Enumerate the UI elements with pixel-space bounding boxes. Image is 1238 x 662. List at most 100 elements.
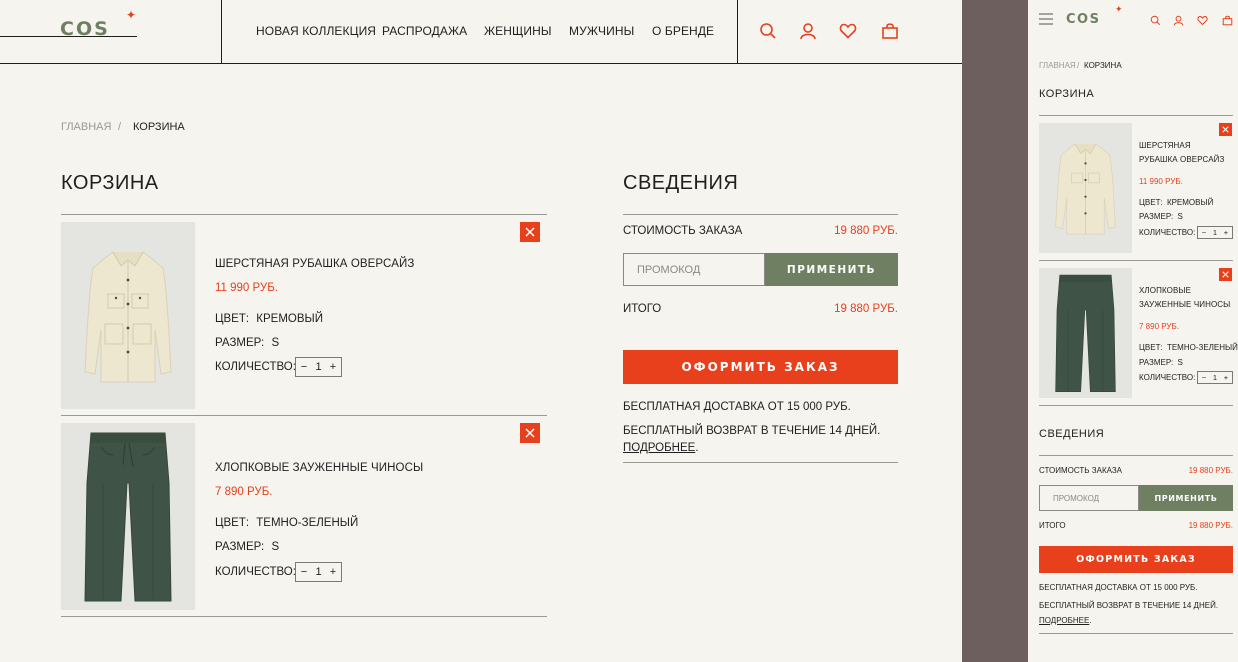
- total-value: 19 880 РУБ.: [1188, 521, 1233, 530]
- breadcrumb-current: КОРЗИНА: [1084, 61, 1122, 70]
- product-size: РАЗМЕР: S: [215, 337, 279, 349]
- qty-minus-button[interactable]: −: [1198, 228, 1210, 237]
- size-label: РАЗМЕР:: [215, 337, 265, 349]
- product-image-shirt[interactable]: [61, 222, 195, 409]
- quantity-stepper[interactable]: − 1 +: [295, 562, 342, 582]
- product-name-line2[interactable]: РУБАШКА ОВЕРСАЙЗ: [1139, 155, 1224, 164]
- color-label: ЦВЕТ:: [1139, 198, 1163, 207]
- more-info: ПОДРОБНЕЕ.: [1039, 616, 1092, 625]
- qty-minus-button[interactable]: −: [296, 566, 312, 578]
- qty-value[interactable]: 1: [1210, 228, 1220, 237]
- user-icon[interactable]: [1171, 13, 1185, 27]
- header-bottom-border: [0, 63, 962, 64]
- qty-plus-button[interactable]: +: [1220, 228, 1232, 237]
- color-value: ТЕМНО-ЗЕЛЕНЫЙ: [1166, 343, 1238, 352]
- cart-rule-bottom: [61, 616, 547, 617]
- product-image-shirt[interactable]: [1039, 123, 1132, 253]
- promo-code-input[interactable]: [1039, 485, 1139, 511]
- quantity-stepper[interactable]: − 1 +: [1197, 371, 1233, 384]
- more-info-link[interactable]: ПОДРОБНЕЕ: [623, 442, 695, 454]
- product-color: ЦВЕТ: ТЕМНО-ЗЕЛЕНЫЙ: [215, 517, 358, 529]
- size-label: РАЗМЕР:: [1139, 358, 1174, 367]
- color-value: ТЕМНО-ЗЕЛЕНЫЙ: [256, 517, 359, 529]
- cart-rule-mid: [61, 415, 547, 416]
- more-info-period: .: [695, 442, 699, 454]
- nav-men[interactable]: МУЖЧИНЫ: [569, 24, 634, 38]
- nav-sale[interactable]: РАСПРОДАЖА: [382, 24, 467, 38]
- nav-about[interactable]: О БРЕНДЕ: [652, 24, 714, 38]
- product-name-line2[interactable]: ЗАУЖЕННЫЕ ЧИНОСЫ: [1139, 300, 1230, 309]
- product-name[interactable]: ШЕРСТЯНАЯ РУБАШКА ОВЕРСАЙЗ: [215, 258, 414, 270]
- product-name-line1[interactable]: ШЕРСТЯНАЯ: [1139, 141, 1191, 150]
- remove-item-button[interactable]: [520, 423, 540, 443]
- breadcrumb-home[interactable]: ГЛАВНАЯ: [1039, 61, 1076, 70]
- breadcrumb-current: КОРЗИНА: [133, 121, 185, 133]
- qty-label: КОЛИЧЕСТВО:: [215, 361, 296, 373]
- remove-item-button[interactable]: [520, 222, 540, 242]
- qty-minus-button[interactable]: −: [296, 361, 312, 373]
- cart-rule-top: [61, 214, 547, 215]
- product-price: 7 890 РУБ.: [1139, 322, 1179, 331]
- user-icon[interactable]: [797, 20, 819, 42]
- color-label: ЦВЕТ:: [1139, 343, 1163, 352]
- order-cost-value: 19 880 РУБ.: [834, 225, 898, 237]
- size-value: S: [271, 337, 280, 349]
- size-value: S: [1177, 358, 1183, 367]
- nav-women[interactable]: ЖЕНЩИНЫ: [484, 24, 552, 38]
- total-label: ИТОГО: [623, 303, 662, 315]
- mobile-view: COS ✦ ГЛАВНАЯ / КОРЗИНА КОРЗИНА ШЕРСТЯНА…: [1028, 0, 1238, 662]
- cart-rule-top: [1039, 115, 1233, 116]
- header-divider-left: [221, 0, 222, 63]
- summary-title: СВЕДЕНИЯ: [1039, 428, 1105, 440]
- cart-rule-mid: [1039, 260, 1233, 261]
- bag-icon[interactable]: [1220, 13, 1234, 27]
- heart-icon[interactable]: [837, 20, 859, 42]
- site-header: COS ✦ НОВАЯ КОЛЛЕКЦИЯ РАСПРОДАЖА ЖЕНЩИНЫ…: [0, 0, 962, 64]
- logo-star-icon: ✦: [126, 8, 137, 22]
- qty-plus-button[interactable]: +: [325, 361, 341, 373]
- search-icon[interactable]: [1148, 13, 1162, 27]
- qty-value[interactable]: 1: [1210, 373, 1220, 382]
- size-label: РАЗМЕР:: [1139, 212, 1174, 221]
- product-size: РАЗМЕР: S: [1139, 358, 1183, 367]
- size-value: S: [1177, 212, 1183, 221]
- summary-rule-top: [623, 214, 898, 215]
- remove-item-button[interactable]: [1219, 268, 1232, 281]
- product-color: ЦВЕТ: ТЕМНО-ЗЕЛЕНЫЙ: [1139, 343, 1238, 352]
- quantity-stepper[interactable]: − 1 +: [295, 357, 342, 377]
- product-price: 11 990 РУБ.: [215, 282, 278, 294]
- logo-text: COS: [60, 18, 110, 40]
- more-info-link[interactable]: ПОДРОБНЕЕ: [1039, 616, 1089, 625]
- logo-text: COS: [1066, 12, 1101, 27]
- search-icon[interactable]: [757, 20, 779, 42]
- checkout-button[interactable]: ОФОРМИТЬ ЗАКАЗ: [623, 350, 898, 384]
- remove-item-button[interactable]: [1219, 123, 1232, 136]
- bag-icon[interactable]: [879, 20, 901, 42]
- product-image-chinos[interactable]: [1039, 268, 1132, 398]
- close-icon: [525, 227, 535, 237]
- qty-plus-button[interactable]: +: [325, 566, 341, 578]
- logo[interactable]: COS ✦: [60, 8, 140, 40]
- summary-rule-top: [1039, 455, 1233, 456]
- logo[interactable]: COS ✦: [1066, 4, 1128, 29]
- breadcrumb-home[interactable]: ГЛАВНАЯ: [61, 121, 111, 133]
- product-name[interactable]: ХЛОПКОВЫЕ ЗАУЖЕННЫЕ ЧИНОСЫ: [215, 462, 423, 474]
- close-icon: [1222, 126, 1229, 133]
- heart-icon[interactable]: [1195, 13, 1209, 27]
- qty-value[interactable]: 1: [312, 566, 325, 578]
- product-name-line1[interactable]: ХЛОПКОВЫЕ: [1139, 286, 1191, 295]
- free-return-text: БЕСПЛАТНЫЙ ВОЗВРАТ В ТЕЧЕНИЕ 14 ДНЕЙ.: [1039, 601, 1219, 610]
- qty-plus-button[interactable]: +: [1220, 373, 1232, 382]
- size-value: S: [271, 541, 280, 553]
- qty-value[interactable]: 1: [312, 361, 325, 373]
- nav-new-collection[interactable]: НОВАЯ КОЛЛЕКЦИЯ: [256, 24, 376, 38]
- apply-promo-button[interactable]: ПРИМЕНИТЬ: [765, 253, 898, 286]
- apply-promo-button[interactable]: ПРИМЕНИТЬ: [1139, 485, 1233, 511]
- product-image-chinos[interactable]: [61, 423, 195, 610]
- menu-icon[interactable]: [1037, 10, 1055, 28]
- qty-minus-button[interactable]: −: [1198, 373, 1210, 382]
- breadcrumb-separator: /: [118, 121, 122, 133]
- promo-code-input[interactable]: [623, 253, 765, 286]
- checkout-button[interactable]: ОФОРМИТЬ ЗАКАЗ: [1039, 546, 1233, 573]
- quantity-stepper[interactable]: − 1 +: [1197, 226, 1233, 239]
